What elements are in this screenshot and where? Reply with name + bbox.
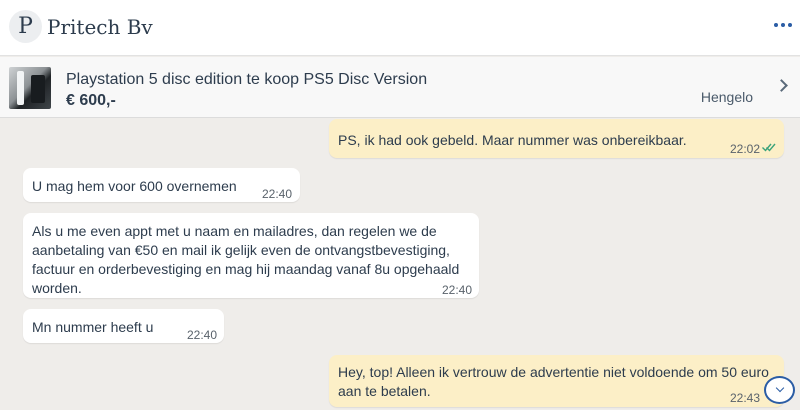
message-time: 22:40 (187, 328, 218, 342)
listing-price: € 600,- (66, 92, 116, 109)
double-check-icon (762, 143, 776, 152)
message-text: U mag hem voor 600 overnemen (32, 178, 237, 194)
listing-title: Playstation 5 disc edition te koop PS5 D… (66, 71, 428, 88)
message-time: 22:43 (730, 391, 761, 405)
scroll-to-bottom-button[interactable] (764, 376, 795, 404)
message-text: Hey, top! Alleen ik vertrouw de adverten… (338, 364, 769, 399)
contact-name[interactable]: Pritech Bv (47, 15, 153, 39)
message-bubble: Hey, top! Alleen ik vertrouw de adverten… (329, 355, 784, 407)
chat-header: P Pritech Bv (0, 0, 800, 56)
message-bubble: Als u me even appt met u naam en mailadr… (23, 213, 479, 298)
avatar[interactable]: P (9, 10, 42, 43)
listing-card[interactable]: Playstation 5 disc edition te koop PS5 D… (0, 57, 800, 118)
message-bubble: PS, ik had ook gebeld. Maar nummer was o… (329, 119, 784, 158)
listing-thumbnail (9, 67, 51, 109)
chevron-right-icon[interactable] (775, 79, 788, 92)
message-text: Als u me even appt met u naam en mailadr… (32, 223, 460, 296)
message-time: 22:40 (442, 283, 473, 297)
message-list: PS, ik had ook gebeld. Maar nummer was o… (0, 119, 800, 410)
message-bubble: U mag hem voor 600 overnemen 22:40 (23, 168, 300, 202)
message-time: 22:02 (730, 142, 761, 156)
message-bubble: Mn nummer heeft u 22:40 (23, 309, 224, 343)
message-text: PS, ik had ook gebeld. Maar nummer was o… (338, 132, 687, 148)
listing-location: Hengelo (700, 89, 753, 105)
message-text: Mn nummer heeft u (32, 319, 154, 335)
more-dots-icon[interactable] (774, 23, 792, 29)
message-time: 22:40 (262, 187, 293, 201)
